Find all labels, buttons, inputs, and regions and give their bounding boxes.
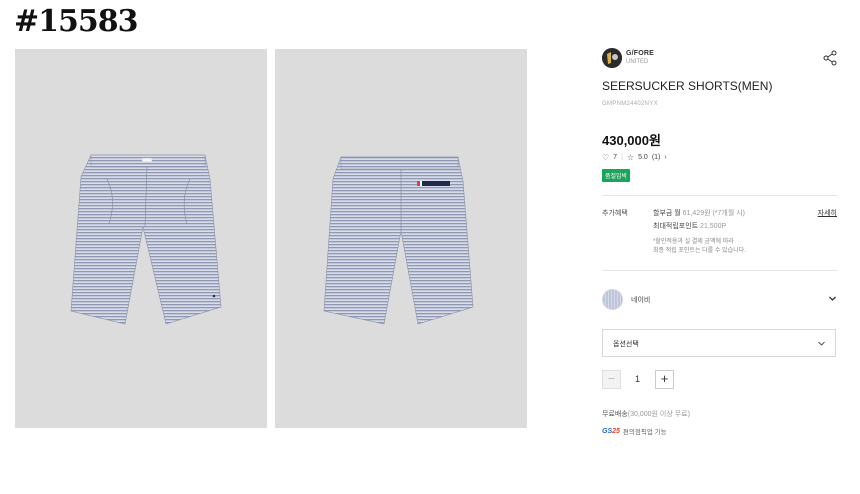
points-info: 최대적립포인트 21,500P — [653, 221, 726, 231]
product-image-back[interactable] — [275, 49, 527, 428]
chevron-down-icon[interactable] — [828, 294, 837, 303]
shipping-detail: (30,000원 이상 무료) — [627, 411, 690, 418]
installment-prefix: 할부금 월 — [653, 210, 681, 217]
installment-value: 61,429원 (*7개월 시) — [682, 210, 746, 217]
gs25-logo: GS25 — [602, 428, 620, 435]
quantity-decrease-button[interactable]: − — [602, 370, 621, 389]
share-icon[interactable] — [823, 50, 837, 66]
shorts-back-illustration — [323, 156, 474, 325]
benefit-note-1: *할인적용과 실 결제 금액에 따라 — [653, 239, 734, 245]
gs25-logo-25: 25 — [612, 427, 620, 435]
shorts-front-illustration — [70, 154, 222, 325]
installment-info: 할부금 월 61,429원 (*7개월 시) — [653, 208, 745, 218]
color-name: 네이비 — [631, 297, 651, 304]
product-title: SEERSUCKER SHORTS(MEN) — [602, 79, 773, 93]
points-label: 최대적립포인트 — [653, 223, 699, 230]
color-swatch[interactable] — [602, 289, 623, 310]
more-link[interactable]: 자세히 — [818, 208, 837, 218]
meta-divider: | — [621, 154, 623, 161]
gs25-pickup: GS25 편의점픽업 기능 — [602, 426, 667, 437]
benefit-label: 추가혜택 — [602, 210, 628, 217]
brand-row: G/FORE UNITED — [602, 48, 837, 70]
option-select-label: 옵션선택 — [613, 341, 639, 348]
product-meta: ♡ 7 | ☆ 5.0 (1) › — [602, 153, 667, 162]
brand-name[interactable]: G/FORE — [626, 50, 654, 57]
color-selector[interactable]: 네이비 — [602, 289, 837, 311]
gs25-logo-gs: GS — [602, 427, 613, 435]
heart-icon[interactable]: ♡ — [602, 153, 609, 162]
benefit-note-2: 최종 적립 포인트는 다를 수 있습니다. — [653, 248, 746, 254]
star-icon: ☆ — [626, 153, 635, 162]
review-count[interactable]: (1) — [652, 154, 661, 161]
quantity-increase-button[interactable]: + — [655, 370, 674, 389]
brand-subtitle: UNITED — [626, 59, 649, 65]
shipping-info: 무료배송(30,000원 이상 무료) — [602, 409, 690, 419]
points-value: 21,500P — [700, 223, 727, 230]
chevron-down-icon — [818, 341, 825, 346]
product-code: GMPNM24402NYX — [602, 101, 658, 107]
quantity-value[interactable]: 1 — [635, 374, 640, 384]
product-info-panel: G/FORE UNITED SEERSUCKER SHORTS(MEN) GMP… — [602, 48, 837, 436]
divider — [602, 195, 837, 196]
brand-logo[interactable] — [602, 48, 622, 68]
product-price: 430,000원 — [602, 133, 661, 148]
shipping-label: 무료배송 — [602, 411, 628, 418]
chevron-right-icon[interactable]: › — [664, 154, 666, 161]
status-badge: 품절임박 — [602, 169, 631, 182]
option-select[interactable]: 옵션선택 — [602, 329, 836, 357]
divider — [602, 270, 837, 271]
rating-value[interactable]: 5.0 — [638, 154, 648, 161]
like-count: 7 — [613, 154, 618, 161]
image-tag: #15583 — [14, 4, 139, 39]
product-image-front[interactable] — [15, 49, 267, 428]
gs25-text: 편의점픽업 기능 — [622, 429, 667, 436]
